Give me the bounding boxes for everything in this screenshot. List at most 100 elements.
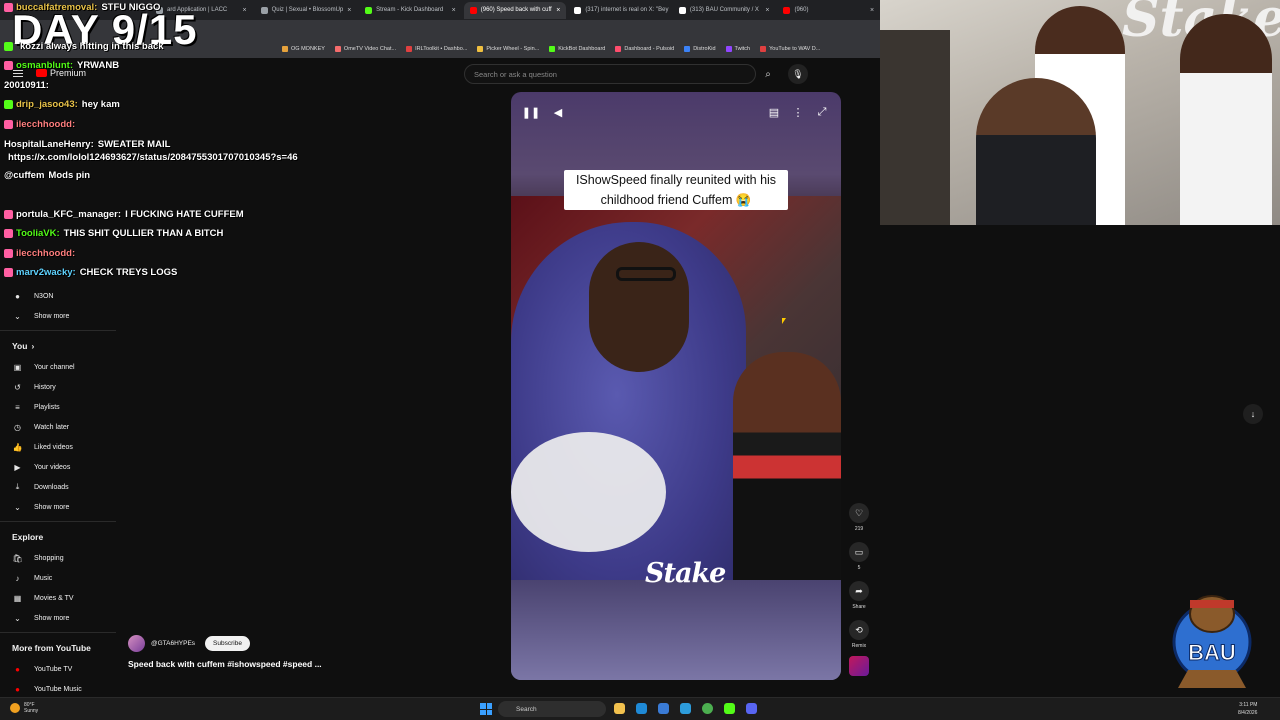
close-icon[interactable]: × bbox=[452, 7, 456, 14]
sidebar-item[interactable]: ● YouTube Music bbox=[0, 679, 116, 699]
sidebar-item[interactable]: ▦ Movies & TV bbox=[0, 588, 116, 608]
windows-start-icon[interactable] bbox=[480, 703, 492, 715]
bookmark-label: Picker Wheel - Spin... bbox=[486, 46, 540, 52]
tab-favicon-icon bbox=[678, 6, 686, 14]
sidebar-item[interactable]: ▣ Your channel bbox=[0, 357, 116, 377]
sidebar-item[interactable]: ⌄ Show more bbox=[0, 608, 116, 628]
bookmark-label: Twitch bbox=[734, 46, 751, 52]
bookmark-item[interactable]: Twitch bbox=[725, 46, 751, 52]
tab-label: Stream - Kick Dashboard bbox=[376, 7, 444, 13]
sidebar-item[interactable]: 🛍 Shopping bbox=[0, 548, 116, 568]
taskbar-clock[interactable]: 3:11 PM 8/4/2026 bbox=[1238, 701, 1257, 717]
browser-tab[interactable]: Quiz | Sexual • BlossomUp × bbox=[255, 2, 358, 19]
sidebar-divider bbox=[0, 330, 116, 331]
mouse-cursor bbox=[782, 318, 786, 324]
sidebar-item[interactable]: ⌄ Show more bbox=[0, 497, 116, 517]
discord-icon[interactable] bbox=[746, 703, 757, 714]
audio-thumbnail[interactable] bbox=[849, 656, 869, 676]
chrome-icon[interactable] bbox=[702, 703, 713, 714]
chevron-right-icon: › bbox=[31, 341, 35, 351]
like-action[interactable]: ♡ 219 bbox=[848, 503, 870, 532]
bookmark-item[interactable]: DistroKid bbox=[684, 46, 716, 52]
microphone-icon[interactable]: 🎙 bbox=[788, 64, 808, 84]
sidebar-item[interactable]: ◷ Watch later bbox=[0, 417, 116, 437]
close-icon[interactable]: × bbox=[242, 7, 246, 14]
next-video-arrow-icon[interactable]: ↓ bbox=[1243, 404, 1263, 424]
share-action[interactable]: ➦ Share bbox=[848, 581, 870, 610]
webcam-doorway bbox=[880, 30, 950, 225]
sidebar-item[interactable]: 👍 Liked videos bbox=[0, 437, 116, 457]
sidebar-divider bbox=[0, 521, 116, 522]
share-icon[interactable]: ➦ bbox=[849, 581, 869, 601]
chat-message: @cuffem Mods pin bbox=[4, 170, 90, 181]
subscribe-button[interactable]: Subscribe bbox=[205, 636, 250, 651]
pause-icon[interactable]: ❚❚ bbox=[522, 104, 540, 120]
bookmark-item[interactable]: Picker Wheel - Spin... bbox=[477, 46, 539, 52]
bookmark-item[interactable]: Dashboard - Pulsoid bbox=[615, 46, 674, 52]
bookmark-item[interactable]: KickBot Dashboard bbox=[549, 46, 605, 52]
channel-name[interactable]: @GTA6HYPEs bbox=[151, 640, 195, 647]
video-caption: IShowSpeed finally reunited with his chi… bbox=[564, 170, 788, 210]
volume-icon[interactable]: ◀ bbox=[550, 104, 566, 120]
browser-tab[interactable]: (960) Speed back with cuff × bbox=[463, 1, 567, 19]
remix-action[interactable]: ⟲ Remix bbox=[848, 620, 870, 649]
sidebar-item[interactable]: ▶ Your videos bbox=[0, 457, 116, 477]
stake-watermark: Stake bbox=[645, 558, 726, 589]
bookmark-item[interactable]: IRLToolkit • Dashbo... bbox=[406, 46, 467, 52]
chevron-down-icon: ⌄ bbox=[14, 502, 21, 512]
sidebar-item[interactable]: ● N3ON bbox=[0, 286, 116, 306]
tab-label: Quiz | Sexual • BlossomUp bbox=[271, 7, 344, 13]
mail-icon[interactable] bbox=[680, 703, 691, 714]
search-input[interactable]: Search or ask a question bbox=[464, 64, 756, 84]
hamburger-menu-icon[interactable] bbox=[13, 70, 23, 77]
tab-favicon-icon bbox=[574, 6, 582, 14]
browser-tab[interactable]: Stream - Kick Dashboard × bbox=[359, 2, 462, 19]
kick-icon[interactable] bbox=[724, 703, 735, 714]
chat-username: marv2wacky: bbox=[16, 267, 76, 278]
captions-icon[interactable]: ▤ bbox=[766, 104, 782, 120]
chat-text: I FUCKING HATE CUFFEM bbox=[125, 209, 244, 220]
sidebar-item[interactable]: ≡ Playlists bbox=[0, 397, 116, 417]
edge-icon[interactable] bbox=[636, 703, 647, 714]
bookmark-label: OmeTV Video Chat... bbox=[343, 46, 397, 52]
sidebar-item[interactable]: ● YouTube TV bbox=[0, 659, 116, 679]
sidebar-item-label: History bbox=[34, 383, 56, 391]
bookmark-item[interactable]: YouTube to WAV D... bbox=[760, 46, 820, 52]
file-explorer-icon[interactable] bbox=[614, 703, 625, 714]
short-video-player[interactable]: IShowSpeed finally reunited with his chi… bbox=[511, 92, 841, 680]
weather-widget[interactable]: 80°F Sunny bbox=[10, 702, 38, 714]
sidebar-item[interactable]: ↺ History bbox=[0, 377, 116, 397]
sidebar-item[interactable]: ♪ Music bbox=[0, 568, 116, 588]
close-icon[interactable]: × bbox=[347, 7, 351, 14]
close-icon[interactable]: × bbox=[556, 7, 560, 14]
sidebar-item[interactable]: ⤓ Downloads bbox=[0, 477, 116, 497]
chat-message: https://x.com/lolol124693627/status/2084… bbox=[4, 152, 298, 163]
remix-icon[interactable]: ⟲ bbox=[849, 620, 869, 640]
history-icon: ↺ bbox=[14, 382, 21, 392]
video-title[interactable]: Speed back with cuffem #ishowspeed #spee… bbox=[128, 659, 322, 669]
browser-tab[interactable]: (960) × bbox=[777, 2, 880, 19]
comment-action[interactable]: ▭ 5 bbox=[848, 542, 870, 571]
close-icon[interactable]: × bbox=[870, 7, 874, 14]
sidebar-heading-you[interactable]: You › bbox=[0, 335, 116, 357]
chat-message: portula_KFC_manager: I FUCKING HATE CUFFE… bbox=[4, 209, 244, 220]
fullscreen-icon[interactable]: ⤢ bbox=[814, 104, 830, 120]
bookmark-item[interactable]: OG MONKEY bbox=[282, 46, 325, 52]
heart-icon[interactable]: ♡ bbox=[849, 503, 869, 523]
video-second-person bbox=[733, 352, 841, 582]
search-icon[interactable]: ⌕ bbox=[757, 64, 779, 84]
browser-tab[interactable]: (317) internet is real on X: "Bey× bbox=[568, 2, 671, 19]
browser-tab[interactable]: (313) BAU Community / X × bbox=[673, 2, 776, 19]
bookmark-item[interactable]: OmeTV Video Chat... bbox=[334, 46, 397, 52]
video-person-face bbox=[589, 242, 689, 372]
sidebar-item[interactable]: ⌄ Show more bbox=[0, 306, 116, 326]
chat-badge-icon bbox=[4, 268, 13, 277]
store-icon[interactable] bbox=[658, 703, 669, 714]
more-options-icon[interactable]: ⋮ bbox=[790, 104, 806, 120]
chevron-down-icon: ⌄ bbox=[14, 613, 21, 623]
chat-badge-icon bbox=[4, 249, 13, 258]
taskbar-search[interactable]: Search bbox=[498, 701, 606, 717]
close-icon[interactable]: × bbox=[765, 7, 769, 14]
channel-avatar[interactable] bbox=[128, 635, 145, 652]
comment-icon[interactable]: ▭ bbox=[849, 542, 869, 562]
